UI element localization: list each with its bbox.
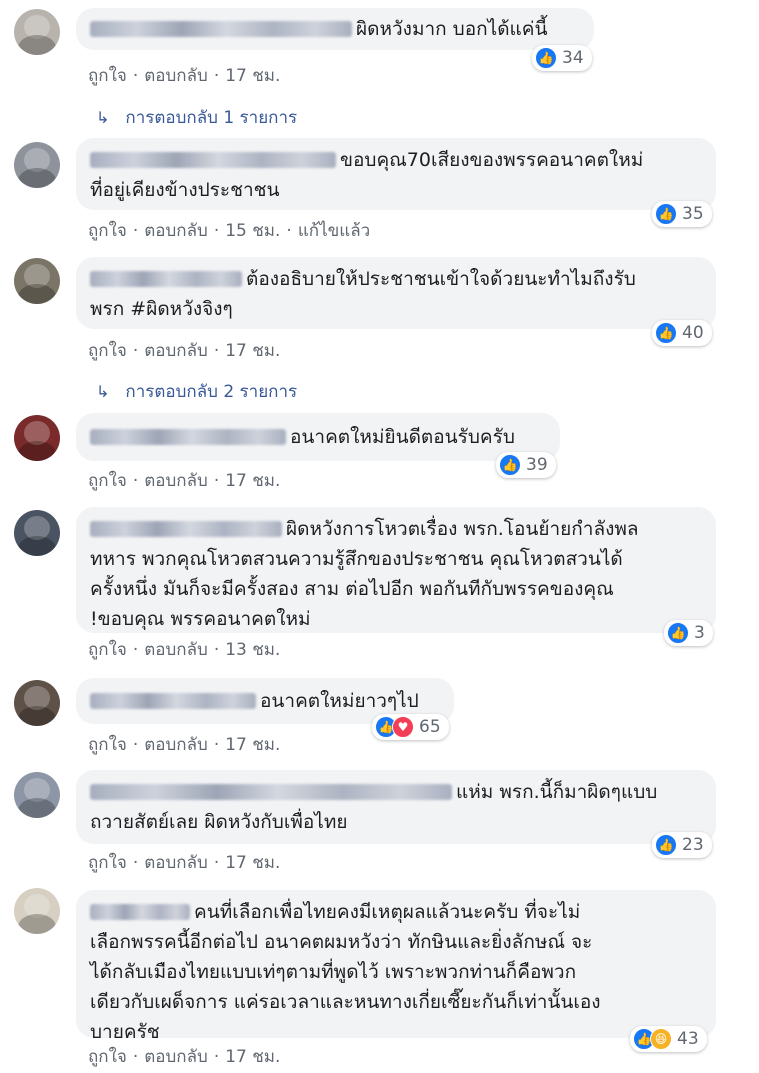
timestamp[interactable]: 17 ชม. xyxy=(225,1047,280,1067)
like-icon: 👍 xyxy=(655,322,677,344)
avatar[interactable] xyxy=(14,772,60,818)
like-link[interactable]: ถูกใจ xyxy=(88,853,127,873)
blurred-author-name[interactable] xyxy=(90,784,452,800)
blurred-author-name[interactable] xyxy=(90,152,336,168)
reply-link[interactable]: ตอบกลับ xyxy=(144,853,208,873)
like-icon: 👍 xyxy=(655,834,677,856)
like-icon: 👍 xyxy=(535,47,557,69)
timestamp[interactable]: 17 ชม. xyxy=(225,735,280,755)
comment-text: อนาคตใหม่ยาวๆไป xyxy=(260,690,419,712)
timestamp[interactable]: 17 ชม. xyxy=(225,471,280,491)
like-link[interactable]: ถูกใจ xyxy=(88,341,127,361)
avatar[interactable] xyxy=(14,258,60,304)
like-link[interactable]: ถูกใจ xyxy=(88,471,127,491)
like-link[interactable]: ถูกใจ xyxy=(88,221,127,241)
reply-link[interactable]: ตอบกลับ xyxy=(144,735,208,755)
reaction-count: 3 xyxy=(694,623,705,643)
reaction-count: 43 xyxy=(677,1029,699,1049)
view-replies-link[interactable]: ↳ การตอบกลับ 2 รายการ xyxy=(96,378,297,405)
reaction-summary[interactable]: 👍 35 xyxy=(652,201,712,227)
like-link[interactable]: ถูกใจ xyxy=(88,66,127,86)
reply-arrow-icon: ↳ xyxy=(96,108,110,127)
reaction-summary[interactable]: 👍 39 xyxy=(496,452,556,478)
comment-bubble: คนที่เลือกเพื่อไทยคงมีเหตุผลแล้วนะครับ ท… xyxy=(76,890,716,1043)
timestamp[interactable]: 15 ชม. xyxy=(225,221,280,241)
like-icon: 👍 xyxy=(499,454,521,476)
like-icon: 👍 xyxy=(655,203,677,225)
reaction-summary[interactable]: 👍 ♥ 65 xyxy=(372,714,449,740)
reply-link[interactable]: ตอบกลับ xyxy=(144,471,208,491)
avatar[interactable] xyxy=(14,510,60,556)
timestamp[interactable]: 17 ชม. xyxy=(225,66,280,86)
timestamp[interactable]: 17 ชม. xyxy=(225,341,280,361)
comment-bubble: ต้องอธิบายให้ประชาชนเข้าใจด้วยนะทำไมถึงร… xyxy=(76,257,716,329)
comment-actions: ถูกใจ · ตอบกลับ · 17 ชม. xyxy=(88,341,281,361)
reply-link[interactable]: ตอบกลับ xyxy=(144,221,208,241)
avatar[interactable] xyxy=(14,680,60,726)
blurred-author-name[interactable] xyxy=(90,429,286,445)
comment-bubble: ผิดหวังมาก บอกได้แค่นี้ xyxy=(76,8,594,50)
comment-bubble: อนาคตใหม่ยินดีตอนรับครับ xyxy=(76,413,560,461)
haha-icon: 😆 xyxy=(650,1028,672,1050)
avatar[interactable] xyxy=(14,142,60,188)
reaction-summary[interactable]: 👍 34 xyxy=(532,45,592,71)
reply-arrow-icon: ↳ xyxy=(96,382,110,401)
reaction-count: 40 xyxy=(682,323,704,343)
blurred-author-name[interactable] xyxy=(90,904,190,920)
comment-text: คนที่เลือกเพื่อไทยคงมีเหตุผลแล้วนะครับ ท… xyxy=(90,901,601,1043)
reply-link[interactable]: ตอบกลับ xyxy=(144,341,208,361)
comment-actions: ถูกใจ · ตอบกลับ · 17 ชม. xyxy=(88,853,281,873)
reaction-summary[interactable]: 👍 😆 43 xyxy=(630,1026,707,1052)
comment-bubble: แห่ม พรก.นี้ก็มาผิดๆแบบ ถวายสัตย์เลย ผิด… xyxy=(76,770,716,844)
like-icon: 👍 xyxy=(667,622,689,644)
blurred-author-name[interactable] xyxy=(90,693,256,709)
comment-bubble: ขอบคุณ70เสียงของพรรคอนาคตใหม่ ที่อยู่เคี… xyxy=(76,138,716,210)
reaction-count: 34 xyxy=(562,48,584,68)
reaction-count: 39 xyxy=(526,455,548,475)
comment-bubble: ผิดหวังการโหวตเรื่อง พรก.โอนย้ายกำลังพล … xyxy=(76,507,716,633)
blurred-author-name[interactable] xyxy=(90,521,282,537)
avatar[interactable] xyxy=(14,415,60,461)
like-link[interactable]: ถูกใจ xyxy=(88,640,127,660)
reaction-summary[interactable]: 👍 40 xyxy=(652,320,712,346)
comment-actions: ถูกใจ · ตอบกลับ · 17 ชม. xyxy=(88,66,281,86)
reaction-summary[interactable]: 👍 3 xyxy=(664,620,713,646)
edited-label[interactable]: แก้ไขแล้ว xyxy=(298,221,370,241)
love-icon: ♥ xyxy=(392,716,414,738)
comment-actions: ถูกใจ · ตอบกลับ · 17 ชม. xyxy=(88,471,281,491)
comment-text: ผิดหวังมาก บอกได้แค่นี้ xyxy=(356,18,548,40)
comment-actions: ถูกใจ · ตอบกลับ · 15 ชม. · แก้ไขแล้ว xyxy=(88,221,371,241)
reaction-count: 35 xyxy=(682,204,704,224)
view-replies-link[interactable]: ↳ การตอบกลับ 1 รายการ xyxy=(96,104,297,131)
reply-link[interactable]: ตอบกลับ xyxy=(144,66,208,86)
reply-link[interactable]: ตอบกลับ xyxy=(144,1047,208,1067)
reaction-count: 65 xyxy=(419,717,441,737)
blurred-author-name[interactable] xyxy=(90,271,242,287)
avatar[interactable] xyxy=(14,888,60,934)
avatar[interactable] xyxy=(14,9,60,55)
like-link[interactable]: ถูกใจ xyxy=(88,735,127,755)
like-link[interactable]: ถูกใจ xyxy=(88,1047,127,1067)
comment-actions: ถูกใจ · ตอบกลับ · 17 ชม. xyxy=(88,1047,281,1067)
timestamp[interactable]: 17 ชม. xyxy=(225,853,280,873)
comment-text: อนาคตใหม่ยินดีตอนรับครับ xyxy=(290,426,515,448)
comment-actions: ถูกใจ · ตอบกลับ · 13 ชม. xyxy=(88,640,281,660)
comment-actions: ถูกใจ · ตอบกลับ · 17 ชม. xyxy=(88,735,281,755)
reaction-summary[interactable]: 👍 23 xyxy=(652,832,712,858)
blurred-author-name[interactable] xyxy=(90,21,352,37)
reply-link[interactable]: ตอบกลับ xyxy=(144,640,208,660)
reaction-count: 23 xyxy=(682,835,704,855)
timestamp[interactable]: 13 ชม. xyxy=(225,640,280,660)
